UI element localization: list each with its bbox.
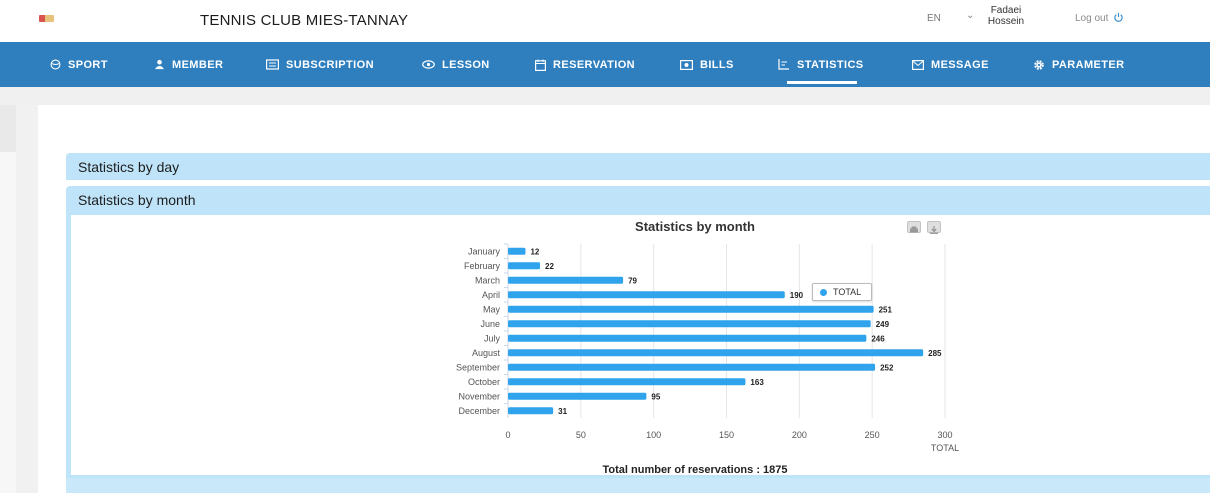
category-label: October bbox=[468, 377, 500, 387]
bar bbox=[508, 247, 526, 255]
bar bbox=[508, 276, 624, 284]
bar bbox=[508, 291, 785, 299]
category-label: March bbox=[475, 275, 500, 285]
total-reservations: Total number of reservations : 1875 bbox=[602, 464, 788, 476]
data-label: 163 bbox=[750, 378, 764, 387]
data-label: 252 bbox=[880, 363, 894, 372]
category-label: May bbox=[483, 304, 501, 314]
bar bbox=[508, 320, 871, 328]
x-tick-label: 100 bbox=[646, 430, 661, 440]
legend-label: TOTAL bbox=[833, 287, 862, 297]
data-label: 190 bbox=[790, 291, 804, 300]
data-label: 31 bbox=[558, 407, 567, 416]
category-label: April bbox=[482, 290, 500, 300]
data-label: 79 bbox=[628, 276, 637, 285]
x-axis-label: TOTAL bbox=[931, 443, 959, 453]
category-label: July bbox=[484, 333, 501, 343]
bar-chart: January 12 February 22 March 79 April 190 May 251… bbox=[456, 243, 959, 453]
x-tick-label: 250 bbox=[865, 430, 880, 440]
chart-legend[interactable]: TOTAL bbox=[812, 283, 872, 301]
category-label: November bbox=[458, 391, 500, 401]
bar bbox=[508, 262, 541, 270]
bar bbox=[508, 407, 554, 415]
category-label: August bbox=[472, 348, 501, 358]
bar bbox=[508, 305, 874, 313]
data-label: 285 bbox=[928, 349, 942, 358]
x-tick-label: 200 bbox=[792, 430, 807, 440]
category-label: December bbox=[458, 406, 500, 416]
category-label: September bbox=[456, 362, 500, 372]
data-label: 249 bbox=[876, 320, 890, 329]
x-tick-label: 0 bbox=[505, 430, 510, 440]
data-label: 12 bbox=[530, 247, 539, 256]
bar bbox=[508, 334, 867, 342]
bar bbox=[508, 392, 647, 400]
x-tick-label: 50 bbox=[576, 430, 586, 440]
bar bbox=[508, 378, 746, 386]
bar bbox=[508, 363, 876, 371]
data-label: 246 bbox=[871, 334, 885, 343]
category-label: February bbox=[464, 261, 501, 271]
data-label: 95 bbox=[651, 392, 660, 401]
bar bbox=[508, 349, 924, 357]
legend-marker bbox=[820, 288, 827, 296]
category-label: June bbox=[480, 319, 500, 329]
data-label: 22 bbox=[545, 262, 554, 271]
category-label: January bbox=[468, 246, 501, 256]
x-tick-label: 300 bbox=[937, 430, 952, 440]
data-label: 251 bbox=[879, 305, 893, 314]
x-tick-label: 150 bbox=[719, 430, 734, 440]
